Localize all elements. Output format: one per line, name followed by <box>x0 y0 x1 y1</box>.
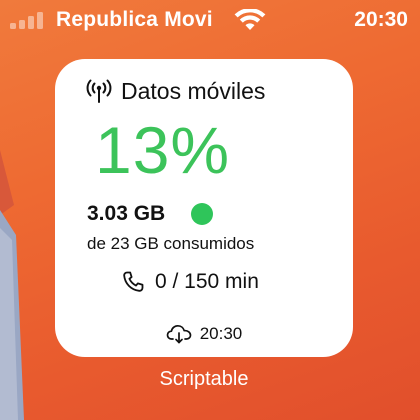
last-update-time: 20:30 <box>199 324 243 343</box>
phone-icon <box>123 271 144 292</box>
status-bar-clock: 20:30 <box>354 8 408 31</box>
home-screen: { "status_bar": { "carrier": "Republica … <box>0 0 420 420</box>
data-used-value: 3.03 GB <box>87 202 166 225</box>
status-indicator-dot <box>191 203 214 225</box>
status-bar: Republica Movi 20:30 <box>0 0 420 42</box>
widget-header: Datos móviles <box>85 77 265 105</box>
carrier-name: Republica Movi <box>56 8 213 31</box>
minutes-row: 0 / 150 min <box>121 270 259 294</box>
widget-app-label: Scriptable <box>159 368 249 390</box>
antenna-icon <box>86 79 112 103</box>
wifi-icon <box>234 9 266 30</box>
mobile-data-widget[interactable]: Datos móviles 13% 3.03 GB de 23 GB consu… <box>55 59 353 357</box>
wallpaper-decoration <box>0 150 24 420</box>
last-update-row: 20:30 <box>55 324 353 344</box>
data-usage-percent: 13% <box>95 113 231 187</box>
widget-title: Datos móviles <box>121 77 266 104</box>
cloud-refresh-icon <box>166 324 192 344</box>
data-used-row: 3.03 GB <box>87 202 214 226</box>
data-total-text: de 23 GB consumidos <box>87 234 255 253</box>
cellular-signal-icon <box>10 11 46 29</box>
minutes-used-text: 0 / 150 min <box>155 270 259 293</box>
